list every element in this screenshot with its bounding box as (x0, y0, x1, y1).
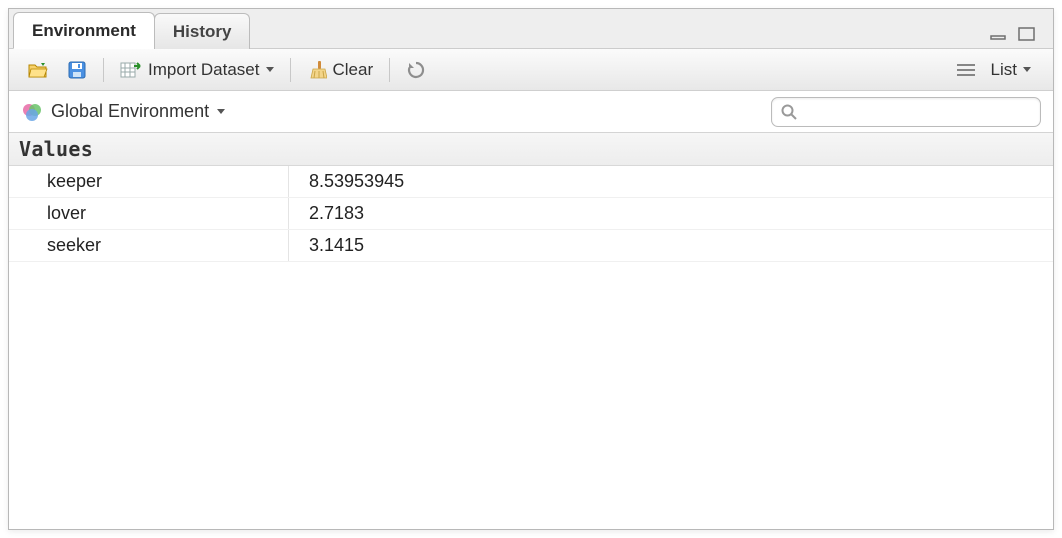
scope-label-text: Global Environment (51, 101, 209, 122)
clear-button[interactable]: Clear (301, 57, 380, 83)
scope-row: Global Environment (9, 91, 1053, 133)
environment-pane: Environment History (8, 8, 1054, 530)
floppy-disk-icon (67, 60, 87, 80)
search-icon (780, 103, 798, 121)
toolbar-right: List (955, 57, 1041, 83)
view-mode-button[interactable]: List (985, 57, 1041, 83)
list-lines-icon (955, 61, 977, 79)
minimize-icon[interactable] (989, 27, 1009, 41)
maximize-icon[interactable] (1017, 26, 1037, 42)
grid-import-icon (120, 60, 142, 80)
toolbar-divider (103, 58, 104, 82)
toolbar-divider (389, 58, 390, 82)
variable-name: keeper (9, 166, 289, 197)
section-header-values: Values (9, 133, 1053, 166)
caret-down-icon (1023, 67, 1031, 72)
variable-name: seeker (9, 230, 289, 261)
scope-selector[interactable]: Global Environment (51, 101, 225, 122)
value-row[interactable]: seeker 3.1415 (9, 230, 1053, 262)
env-toolbar: Import Dataset Clear (9, 49, 1053, 91)
refresh-icon (406, 60, 426, 80)
values-list: keeper 8.53953945 lover 2.7183 seeker 3.… (9, 166, 1053, 529)
caret-down-icon (217, 109, 225, 114)
search-box[interactable] (771, 97, 1041, 127)
variable-value: 3.1415 (289, 235, 364, 256)
value-row[interactable]: lover 2.7183 (9, 198, 1053, 230)
tab-environment-label: Environment (32, 21, 136, 40)
toolbar-divider (290, 58, 291, 82)
tab-history[interactable]: History (154, 13, 251, 49)
variable-value: 2.7183 (289, 203, 364, 224)
import-dataset-label: Import Dataset (148, 60, 260, 80)
variable-value: 8.53953945 (289, 171, 404, 192)
environment-scope-icon (21, 101, 43, 123)
caret-down-icon (266, 67, 274, 72)
broom-icon (307, 60, 327, 80)
open-file-button[interactable] (21, 57, 55, 83)
view-mode-label: List (991, 60, 1017, 80)
tab-strip: Environment History (9, 9, 1053, 49)
clear-label: Clear (333, 60, 374, 80)
refresh-button[interactable] (400, 57, 432, 83)
folder-open-icon (27, 60, 49, 80)
import-dataset-button[interactable]: Import Dataset (114, 57, 280, 83)
value-row[interactable]: keeper 8.53953945 (9, 166, 1053, 198)
values-header-label: Values (19, 137, 93, 161)
variable-name: lover (9, 198, 289, 229)
window-controls (989, 26, 1053, 48)
save-button[interactable] (61, 57, 93, 83)
search-input[interactable] (798, 103, 1032, 120)
tab-environment[interactable]: Environment (13, 12, 155, 49)
tab-history-label: History (173, 22, 232, 41)
